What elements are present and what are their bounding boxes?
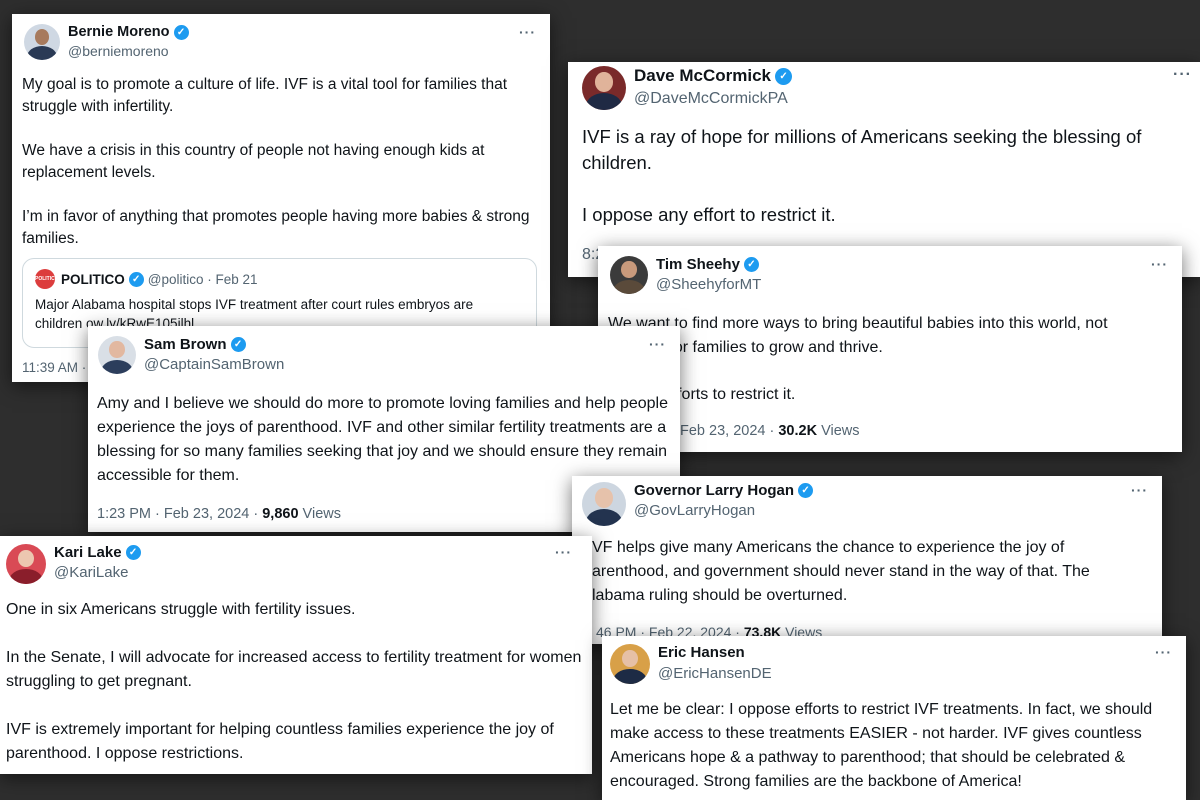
tweet-text: One in six Americans struggle with ferti… bbox=[6, 601, 582, 762]
author-name[interactable]: Kari Lake bbox=[54, 544, 122, 561]
more-options-icon[interactable]: ··· bbox=[1151, 256, 1168, 272]
avatar[interactable] bbox=[582, 66, 626, 110]
views-label: Views bbox=[298, 506, 341, 522]
tweet-text: Amy and I believe we should do more to p… bbox=[97, 395, 668, 484]
quote-author-name: POLITICO bbox=[61, 271, 125, 287]
tweet-card-hansen[interactable]: Eric Hansen @EricHansenDE ··· Let me be … bbox=[602, 636, 1186, 800]
more-options-icon[interactable]: ··· bbox=[1173, 66, 1192, 84]
avatar[interactable] bbox=[610, 256, 648, 294]
verified-badge-icon: ✓ bbox=[798, 483, 814, 498]
author-handle[interactable]: @DaveMcCormickPA bbox=[634, 90, 792, 108]
tweet-text: VF helps give many Americans the chance … bbox=[592, 539, 1090, 604]
author-handle[interactable]: @berniemoreno bbox=[68, 43, 189, 59]
author-name[interactable]: Sam Brown bbox=[144, 336, 227, 353]
view-count: 30.2K bbox=[778, 423, 818, 439]
author-handle[interactable]: @EricHansenDE bbox=[658, 665, 772, 682]
verified-badge-icon: ✓ bbox=[173, 24, 189, 40]
tweet-card-mccormick[interactable]: Dave McCormick ✓ @DaveMcCormickPA ··· IVF… bbox=[568, 62, 1200, 277]
tweet-timestamp[interactable]: 1:23 PM · Feb 23, 2024 · 9,860 Views bbox=[97, 506, 341, 522]
verified-badge-icon: ✓ bbox=[125, 545, 141, 560]
author-handle[interactable]: @GovLarryHogan bbox=[634, 502, 813, 519]
tweet-text: Let me be clear: I oppose efforts to res… bbox=[610, 701, 1153, 790]
tweet-card-sheehy[interactable]: Tim Sheehy ✓ @SheehyforMT ··· We want to … bbox=[598, 246, 1182, 452]
verified-badge-icon: ✓ bbox=[775, 67, 793, 85]
author-name[interactable]: Governor Larry Hogan bbox=[634, 482, 794, 499]
tweet-timestamp[interactable]: Feb 23, 2024 · 30.2K Views bbox=[680, 423, 860, 439]
tweet-text: My goal is to promote a culture of life.… bbox=[22, 76, 530, 247]
view-count: 9,860 bbox=[262, 506, 299, 522]
tweet-date: Feb 23, 2024 · bbox=[680, 423, 775, 439]
tweet-card-hogan[interactable]: Governor Larry Hogan ✓ @GovLarryHogan ···… bbox=[572, 476, 1162, 644]
author-name[interactable]: Tim Sheehy bbox=[656, 256, 740, 273]
author-name[interactable]: Eric Hansen bbox=[658, 644, 745, 661]
tweet-text: IVF is a ray of hope for millions of Ame… bbox=[582, 126, 1142, 225]
more-options-icon[interactable]: ··· bbox=[1131, 482, 1148, 498]
avatar[interactable] bbox=[98, 336, 136, 374]
author-name[interactable]: Dave McCormick bbox=[634, 66, 771, 86]
views-label: Views bbox=[817, 423, 860, 439]
tweet-date: 1:23 PM · Feb 23, 2024 · bbox=[97, 506, 259, 522]
avatar[interactable] bbox=[582, 482, 626, 526]
avatar[interactable] bbox=[6, 544, 46, 584]
author-handle[interactable]: @CaptainSamBrown bbox=[144, 356, 284, 373]
author-handle[interactable]: @SheehyforMT bbox=[656, 276, 761, 293]
tweet-timestamp[interactable]: 11:39 AM · bbox=[22, 360, 86, 375]
tweet-text: We want to find more ways to bring beaut… bbox=[608, 315, 1108, 403]
tweet-card-lake[interactable]: Kari Lake ✓ @KariLake ··· One in six Amer… bbox=[0, 536, 592, 774]
more-options-icon[interactable]: ··· bbox=[649, 336, 666, 352]
avatar[interactable] bbox=[24, 24, 60, 60]
verified-badge-icon: ✓ bbox=[128, 271, 144, 287]
more-options-icon[interactable]: ··· bbox=[555, 544, 572, 560]
more-options-icon[interactable]: ··· bbox=[1155, 644, 1172, 660]
author-handle[interactable]: @KariLake bbox=[54, 564, 141, 581]
verified-badge-icon: ✓ bbox=[230, 337, 246, 352]
verified-badge-icon: ✓ bbox=[743, 257, 759, 272]
politico-logo-icon: POLITICO bbox=[35, 269, 59, 289]
author-name[interactable]: Bernie Moreno bbox=[68, 24, 170, 40]
more-options-icon[interactable]: ··· bbox=[519, 24, 536, 40]
quote-author-handle: @politico · Feb 21 bbox=[147, 271, 258, 287]
avatar[interactable] bbox=[610, 644, 650, 684]
